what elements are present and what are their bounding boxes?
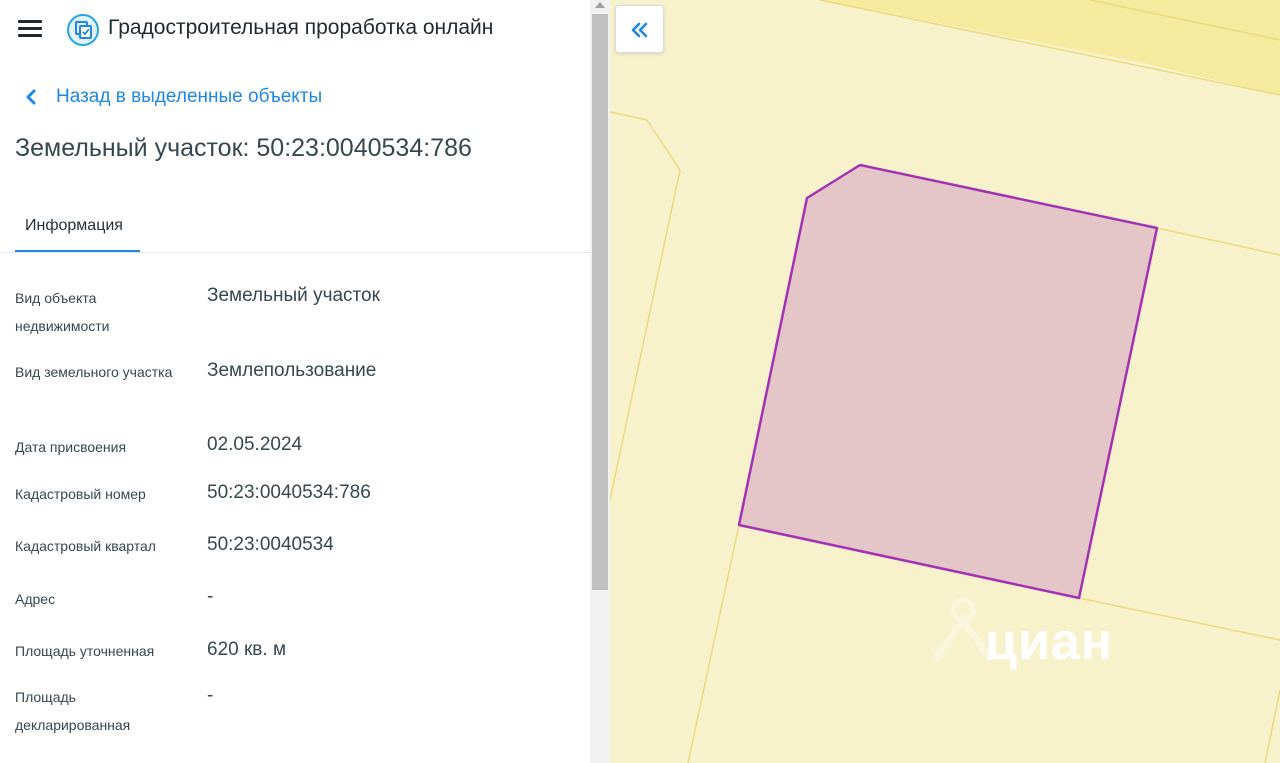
- property-label: Вид объекта недвижимости: [15, 290, 110, 334]
- boundary-line: [1156, 227, 1280, 256]
- boundary-line: [687, 524, 740, 763]
- property-label: Площадь уточненная: [15, 643, 155, 659]
- selected-parcel[interactable]: [737, 163, 1159, 600]
- property-value: 50:23:0040534:786: [207, 482, 371, 503]
- double-chevron-left-icon: [631, 22, 648, 38]
- tab-divider: [0, 252, 590, 253]
- watermark-text: циан: [985, 613, 1114, 671]
- back-to-selection-link[interactable]: Назад в выделенные объекты: [22, 86, 322, 108]
- app-bar: Градостроительная проработка онлайн: [0, 0, 590, 58]
- property-label: Адрес: [15, 591, 56, 607]
- property-value: 50:23:0040534: [207, 534, 334, 555]
- tab-information-label: Информация: [25, 217, 123, 234]
- scroll-up-arrow-icon[interactable]: [595, 2, 605, 8]
- sidebar: Градостроительная проработка онлайн Наза…: [0, 0, 590, 763]
- chevron-left-icon: [26, 89, 36, 105]
- property-value: 620 кв. м: [207, 639, 287, 660]
- scrollbar-thumb[interactable]: [592, 14, 608, 590]
- hamburger-icon[interactable]: [18, 20, 42, 40]
- property-label: Кадастровый квартал: [15, 538, 156, 554]
- property-value: Земельный участок: [207, 285, 380, 306]
- app-title: Градостроительная проработка онлайн: [108, 16, 494, 39]
- property-value: -: [207, 586, 214, 607]
- property-label: Кадастровый номер: [15, 486, 146, 502]
- property-value: 02.05.2024: [207, 434, 303, 455]
- boundary-line: [610, 111, 681, 501]
- tab-information[interactable]: Информация: [15, 206, 140, 252]
- app-logo-icon: [67, 14, 99, 46]
- boundary-line: [1264, 689, 1280, 763]
- back-link-label: Назад в выделенные объекты: [56, 86, 323, 107]
- property-value: -: [207, 685, 214, 706]
- property-label: Дата присвоения: [15, 439, 127, 455]
- property-value: Землепользование: [207, 360, 377, 381]
- sidebar-scrollbar[interactable]: [590, 0, 610, 763]
- property-label: Площадь декларированная: [15, 689, 131, 733]
- collapse-panel-button[interactable]: [615, 5, 664, 53]
- property-label: Вид земельного участка: [15, 364, 173, 380]
- page-title: Земельный участок: 50:23:0040534:786: [15, 134, 472, 162]
